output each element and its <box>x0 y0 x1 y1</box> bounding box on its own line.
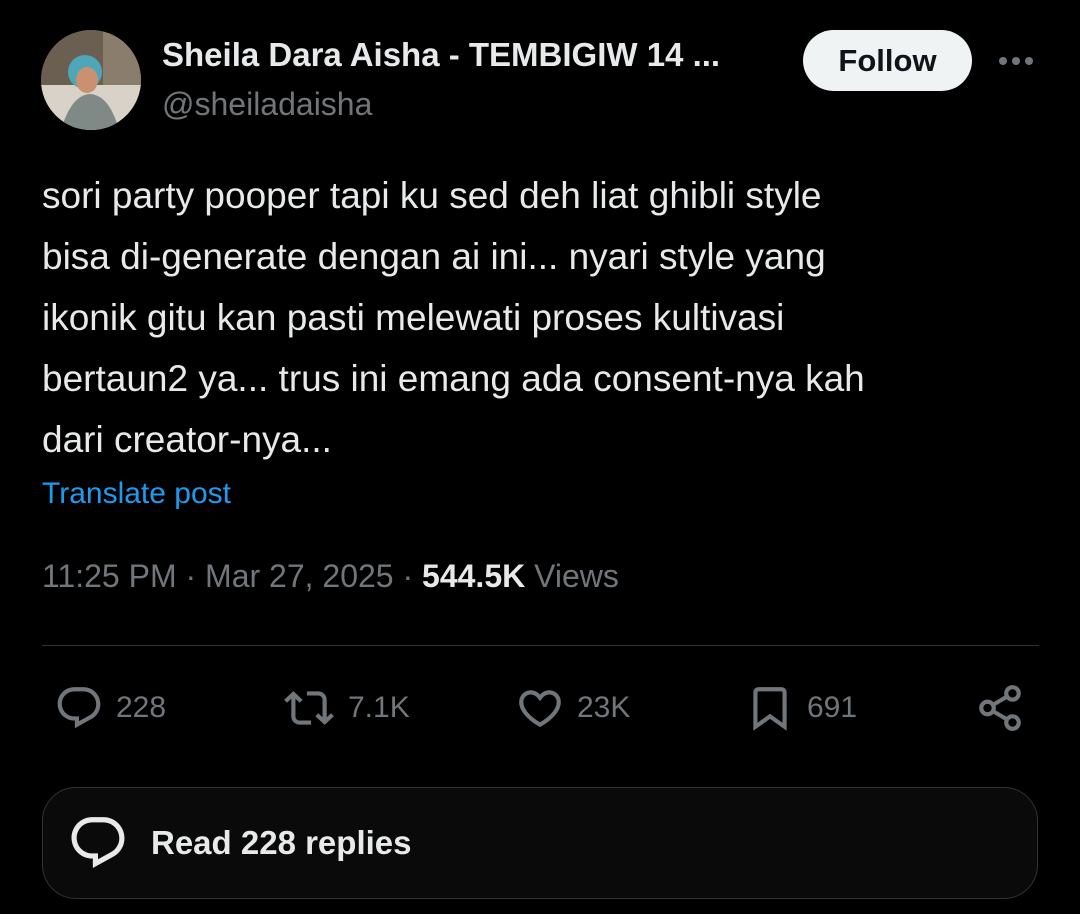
ellipsis-icon <box>999 57 1033 65</box>
meta-separator: · <box>393 558 423 594</box>
repost-button[interactable]: 7.1K <box>282 683 410 733</box>
repost-count: 7.1K <box>348 691 410 724</box>
reply-count: 228 <box>116 691 167 724</box>
reply-button[interactable]: 228 <box>54 683 166 733</box>
avatar[interactable] <box>41 30 141 130</box>
read-replies-label: Read 228 replies <box>151 824 412 861</box>
tweet-detail: Sheila Dara Aisha - TEMBIGIW 14 ... @she… <box>0 0 1080 914</box>
author-display-name[interactable]: Sheila Dara Aisha - TEMBIGIW 14 ... <box>162 36 720 74</box>
profile-photo-icon <box>41 30 141 130</box>
views-count: 544.5K <box>422 558 526 594</box>
share-button[interactable] <box>975 683 1025 733</box>
tweet-text: sori party pooper tapi ku sed deh liat g… <box>42 165 1042 470</box>
bookmark-button[interactable]: 691 <box>745 683 857 733</box>
read-replies-button[interactable]: Read 228 replies <box>42 787 1038 899</box>
share-icon <box>979 685 1021 731</box>
views-label: Views <box>525 558 619 594</box>
tweet-meta: 11:25 PM · Mar 27, 2025 · 544.5K Views <box>42 558 619 595</box>
tweet-line: bisa di-generate dengan ai ini... nyari … <box>42 236 826 277</box>
tweet-line: bertaun2 ya... trus ini emang ada consen… <box>42 358 865 399</box>
like-button[interactable]: 23K <box>515 683 630 733</box>
tweet-date[interactable]: Mar 27, 2025 <box>205 558 394 595</box>
tweet-line: sori party pooper tapi ku sed deh liat g… <box>42 175 822 216</box>
bookmark-count: 691 <box>807 691 858 724</box>
tweet-line: ikonik gitu kan pasti melewati proses ku… <box>42 297 785 338</box>
reply-bubble-icon <box>71 817 125 869</box>
repost-icon <box>284 691 334 725</box>
translate-post-link[interactable]: Translate post <box>42 477 231 511</box>
follow-button[interactable]: Follow <box>803 30 972 91</box>
tweet-line: dari creator-nya... <box>42 419 332 460</box>
divider <box>42 645 1039 646</box>
more-options-button[interactable] <box>996 44 1036 78</box>
meta-separator: · <box>176 558 206 594</box>
author-handle[interactable]: @sheiladaisha <box>162 86 372 123</box>
like-count: 23K <box>577 691 631 724</box>
replies-icon-wrap <box>67 812 129 874</box>
tweet-time[interactable]: 11:25 PM <box>42 558 177 595</box>
reply-icon <box>57 687 101 729</box>
bookmark-icon <box>753 687 787 731</box>
heart-icon <box>519 690 561 728</box>
